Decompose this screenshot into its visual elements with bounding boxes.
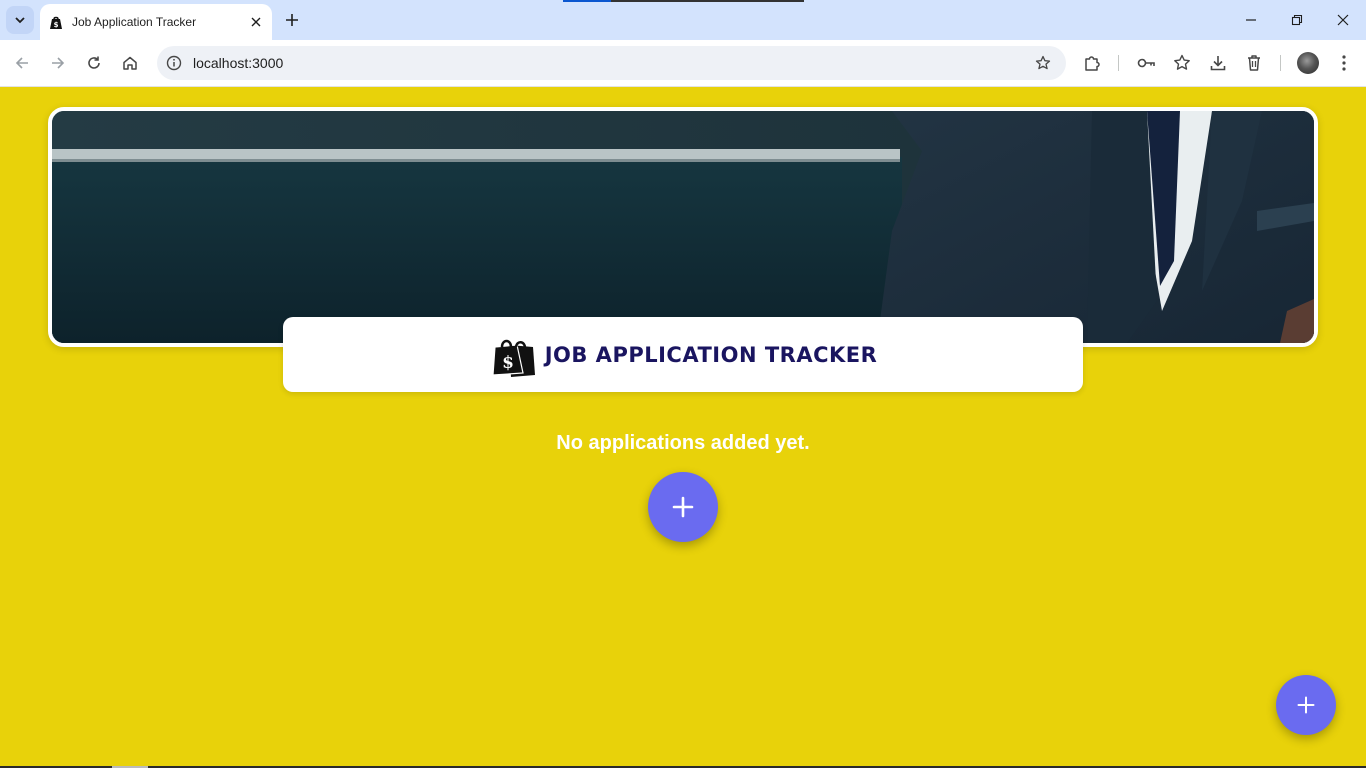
more-vert-icon [1342, 55, 1346, 71]
key-icon [1137, 58, 1155, 68]
arrow-left-icon [15, 57, 28, 69]
svg-text:$: $ [54, 21, 59, 29]
forward-button[interactable] [45, 50, 71, 76]
page-title: JOB APPLICATION TRACKER [544, 342, 878, 367]
new-tab-button[interactable] [280, 8, 304, 32]
browser-tab-active[interactable]: $ Job Application Tracker [40, 4, 272, 40]
profile-avatar[interactable] [1297, 52, 1319, 74]
delete-button[interactable] [1241, 50, 1267, 76]
tab-search-button[interactable] [6, 6, 34, 34]
downloads-button[interactable] [1205, 50, 1231, 76]
add-application-button[interactable] [648, 472, 718, 542]
reload-button[interactable] [81, 50, 107, 76]
plus-icon [286, 14, 298, 26]
reload-icon [88, 56, 100, 69]
floating-add-button[interactable] [1276, 675, 1336, 735]
plus-icon [672, 496, 694, 518]
browser-toolbar: localhost:3000 [0, 40, 1366, 87]
minimize-button[interactable] [1236, 6, 1266, 34]
home-icon [123, 56, 137, 70]
star-list-icon [1174, 54, 1190, 70]
download-icon [1210, 56, 1226, 71]
chevron-down-icon [15, 17, 25, 24]
tab-loading-indicator [563, 0, 804, 2]
back-button[interactable] [9, 50, 35, 76]
app-header-card: $ JOB APPLICATION TRACKER [283, 317, 1083, 392]
site-info-icon[interactable] [165, 54, 183, 72]
puzzle-icon [1085, 56, 1100, 71]
empty-state-message: No applications added yet. [556, 432, 810, 454]
browser-menu-button[interactable] [1331, 50, 1357, 76]
restore-button[interactable] [1282, 6, 1312, 34]
bookmark-star-icon[interactable] [1030, 50, 1056, 76]
browser-tabstrip: $ Job Application Tracker [0, 0, 1366, 40]
arrow-right-icon [52, 57, 65, 69]
toolbar-divider [1280, 55, 1281, 71]
extensions-button[interactable] [1079, 50, 1105, 76]
close-icon[interactable] [248, 14, 264, 30]
bookmarks-button[interactable] [1169, 50, 1195, 76]
close-icon [1337, 14, 1349, 26]
hero-banner-image [48, 107, 1318, 347]
restore-icon [1291, 14, 1303, 26]
minimize-icon [1246, 19, 1256, 21]
password-manager-button[interactable] [1133, 50, 1159, 76]
address-bar[interactable]: localhost:3000 [157, 46, 1066, 80]
toolbar-divider [1118, 55, 1119, 71]
money-bag-icon: $ [48, 14, 64, 30]
url-text[interactable]: localhost:3000 [193, 55, 1030, 71]
home-button[interactable] [117, 50, 143, 76]
money-bag-icon: $ [489, 331, 537, 379]
tab-title: Job Application Tracker [72, 15, 197, 29]
close-window-button[interactable] [1328, 6, 1358, 34]
svg-text:$: $ [502, 353, 514, 373]
plus-icon [1297, 696, 1315, 714]
trash-icon [1248, 55, 1260, 71]
